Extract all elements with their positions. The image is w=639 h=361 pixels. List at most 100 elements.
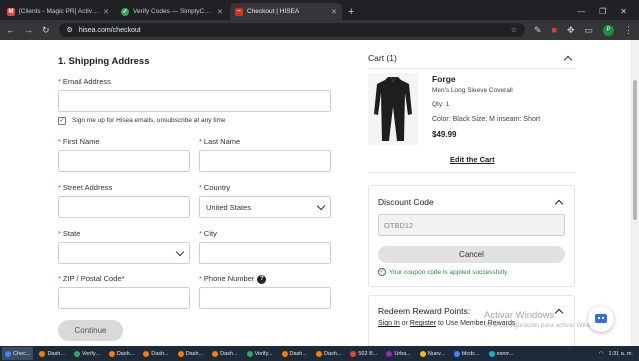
product-price: $49.99 [432, 130, 457, 139]
windows-taskbar: Chec... Dash... Verify... Dash... Dash..… [0, 346, 639, 361]
app-icon [419, 350, 426, 357]
clock[interactable]: 1:31 a. m. [609, 351, 633, 357]
forward-icon[interactable]: → [24, 25, 33, 35]
first-name-label: * First Name [58, 137, 100, 146]
taskbar-item[interactable]: Nuev... [417, 347, 448, 360]
maximize-icon[interactable]: ❐ [599, 7, 606, 16]
zip-field[interactable] [58, 287, 190, 309]
chevron-up-icon[interactable] [563, 55, 573, 65]
taskbar-item[interactable]: Dash... [175, 347, 206, 360]
taskbar-item[interactable]: Urba... [383, 347, 414, 360]
app-icon [281, 350, 288, 357]
chat-widget-button[interactable] [588, 306, 614, 332]
minimize-icon[interactable]: — [577, 7, 585, 16]
check-circle-icon: ✓ [378, 268, 386, 276]
browser-tab-simplycodes[interactable]: ✓ Verify Codes — SimplyCodes ✕ [116, 3, 228, 20]
windows-activation-watermark: Activar Windows [484, 310, 555, 321]
browser-tab-checkout[interactable]: ~ Checkout | HISEA ✕ [230, 3, 342, 20]
close-tab-icon[interactable]: ✕ [103, 8, 109, 16]
window-controls: — ❐ ✕ [577, 7, 639, 20]
success-text: Your coupon code is applied successfully… [389, 268, 509, 276]
app-icon [488, 350, 495, 357]
taskbar-item[interactable]: Dash... [313, 347, 344, 360]
sidebar-icon[interactable]: ▭ [584, 25, 593, 36]
taskbar-item[interactable]: Chec... [2, 347, 34, 360]
email-label: * Email Address [58, 77, 111, 86]
close-tab-icon[interactable]: ✕ [331, 8, 337, 16]
phone-field[interactable] [199, 287, 331, 309]
app-icon [5, 350, 11, 357]
chevron-down-icon [316, 201, 326, 211]
taskbar-item[interactable]: esnrr... [486, 347, 517, 360]
taskbar-item[interactable]: Dash... [36, 347, 67, 360]
section-title: 1. Shipping Address [58, 56, 150, 67]
cancel-coupon-button[interactable]: Cancel [378, 246, 565, 263]
address-bar[interactable]: ⚙ hisea.com/checkout ☆ [58, 23, 525, 37]
reload-icon[interactable]: ↻ [42, 25, 50, 36]
state-label: * State [58, 229, 81, 238]
tab-title: [Clients - Magic PR] Activate tu [19, 8, 100, 15]
last-name-label: * Last Name [199, 137, 241, 146]
city-field[interactable] [199, 242, 331, 264]
menu-icon[interactable]: ⋮ [624, 25, 633, 36]
site-info-icon[interactable]: ⚙ [67, 26, 73, 34]
help-icon[interactable]: ? [257, 274, 267, 284]
first-name-field[interactable] [58, 150, 190, 172]
scrollbar-thumb[interactable] [633, 80, 637, 220]
phone-label: * Phone Number? [199, 274, 267, 284]
subscribe-checkbox[interactable]: ✓ [58, 117, 66, 125]
taskbar-item[interactable]: Verify... [71, 347, 103, 360]
product-qty: Qty: 1 [432, 101, 450, 108]
coupon-success-message: ✓ Your coupon code is applied successful… [378, 268, 509, 276]
product-description: Men's Long Sleeve Coverall [432, 87, 513, 94]
state-select[interactable] [58, 242, 190, 264]
wifi-icon[interactable]: ◠ [599, 351, 604, 357]
app-icon [246, 350, 253, 357]
product-name: Forge [432, 74, 456, 84]
page-scrollbar[interactable] [631, 40, 639, 346]
taskbar-item[interactable]: bfcdc... [451, 347, 483, 360]
taskbar-item[interactable]: Dash... [140, 347, 171, 360]
puzzle-icon[interactable]: ✥ [567, 25, 575, 36]
coverall-icon [374, 76, 412, 141]
country-value: United States [206, 202, 252, 212]
country-select[interactable]: United States [199, 196, 331, 218]
close-window-icon[interactable]: ✕ [620, 7, 627, 16]
app-icon [73, 350, 80, 357]
taskbar-item[interactable]: Dash... [106, 347, 137, 360]
app-icon [350, 350, 357, 357]
system-tray: ◠ 1:31 a. m. [599, 351, 637, 357]
coupon-code-field[interactable]: OTBD12 [378, 214, 565, 236]
street-label: * Street Address [58, 183, 113, 192]
taskbar-item[interactable]: Dash... [209, 347, 240, 360]
app-icon [315, 350, 322, 357]
close-tab-icon[interactable]: ✕ [217, 8, 223, 16]
taskbar-item[interactable]: Dash... [279, 347, 310, 360]
url-text: hisea.com/checkout [78, 26, 141, 34]
simplycodes-icon: ✓ [121, 7, 129, 16]
discount-title: Discount Code [378, 197, 434, 207]
register-link[interactable]: Register [410, 320, 436, 327]
continue-button[interactable]: Continue [58, 320, 123, 341]
taskbar-item[interactable]: 502 B... [347, 347, 380, 360]
extension-icon[interactable]: ✎ [534, 25, 542, 36]
product-image[interactable] [368, 73, 418, 145]
extension-icon[interactable]: ■ [552, 25, 557, 35]
divider [368, 68, 575, 69]
sign-in-link[interactable]: Sign In [378, 320, 400, 327]
app-icon [212, 350, 219, 357]
taskbar-item[interactable]: Verify... [244, 347, 276, 360]
street-address-field[interactable] [58, 196, 190, 218]
app-icon [108, 350, 115, 357]
profile-avatar[interactable]: P [603, 24, 614, 36]
browser-tab-gmail[interactable]: M [Clients - Magic PR] Activate tu ✕ [2, 3, 114, 20]
new-tab-button[interactable]: + [348, 6, 354, 18]
last-name-field[interactable] [199, 150, 331, 172]
bookmark-star-icon[interactable]: ☆ [511, 26, 517, 34]
back-icon[interactable]: ← [6, 25, 15, 35]
gmail-icon: M [7, 7, 15, 16]
tab-title: Checkout | HISEA [247, 8, 300, 15]
extensions-area: ✎ ■ ✥ ▭ P ⋮ [534, 24, 633, 36]
edit-cart-link[interactable]: Edit the Cart [450, 155, 495, 164]
email-field[interactable] [58, 90, 331, 112]
